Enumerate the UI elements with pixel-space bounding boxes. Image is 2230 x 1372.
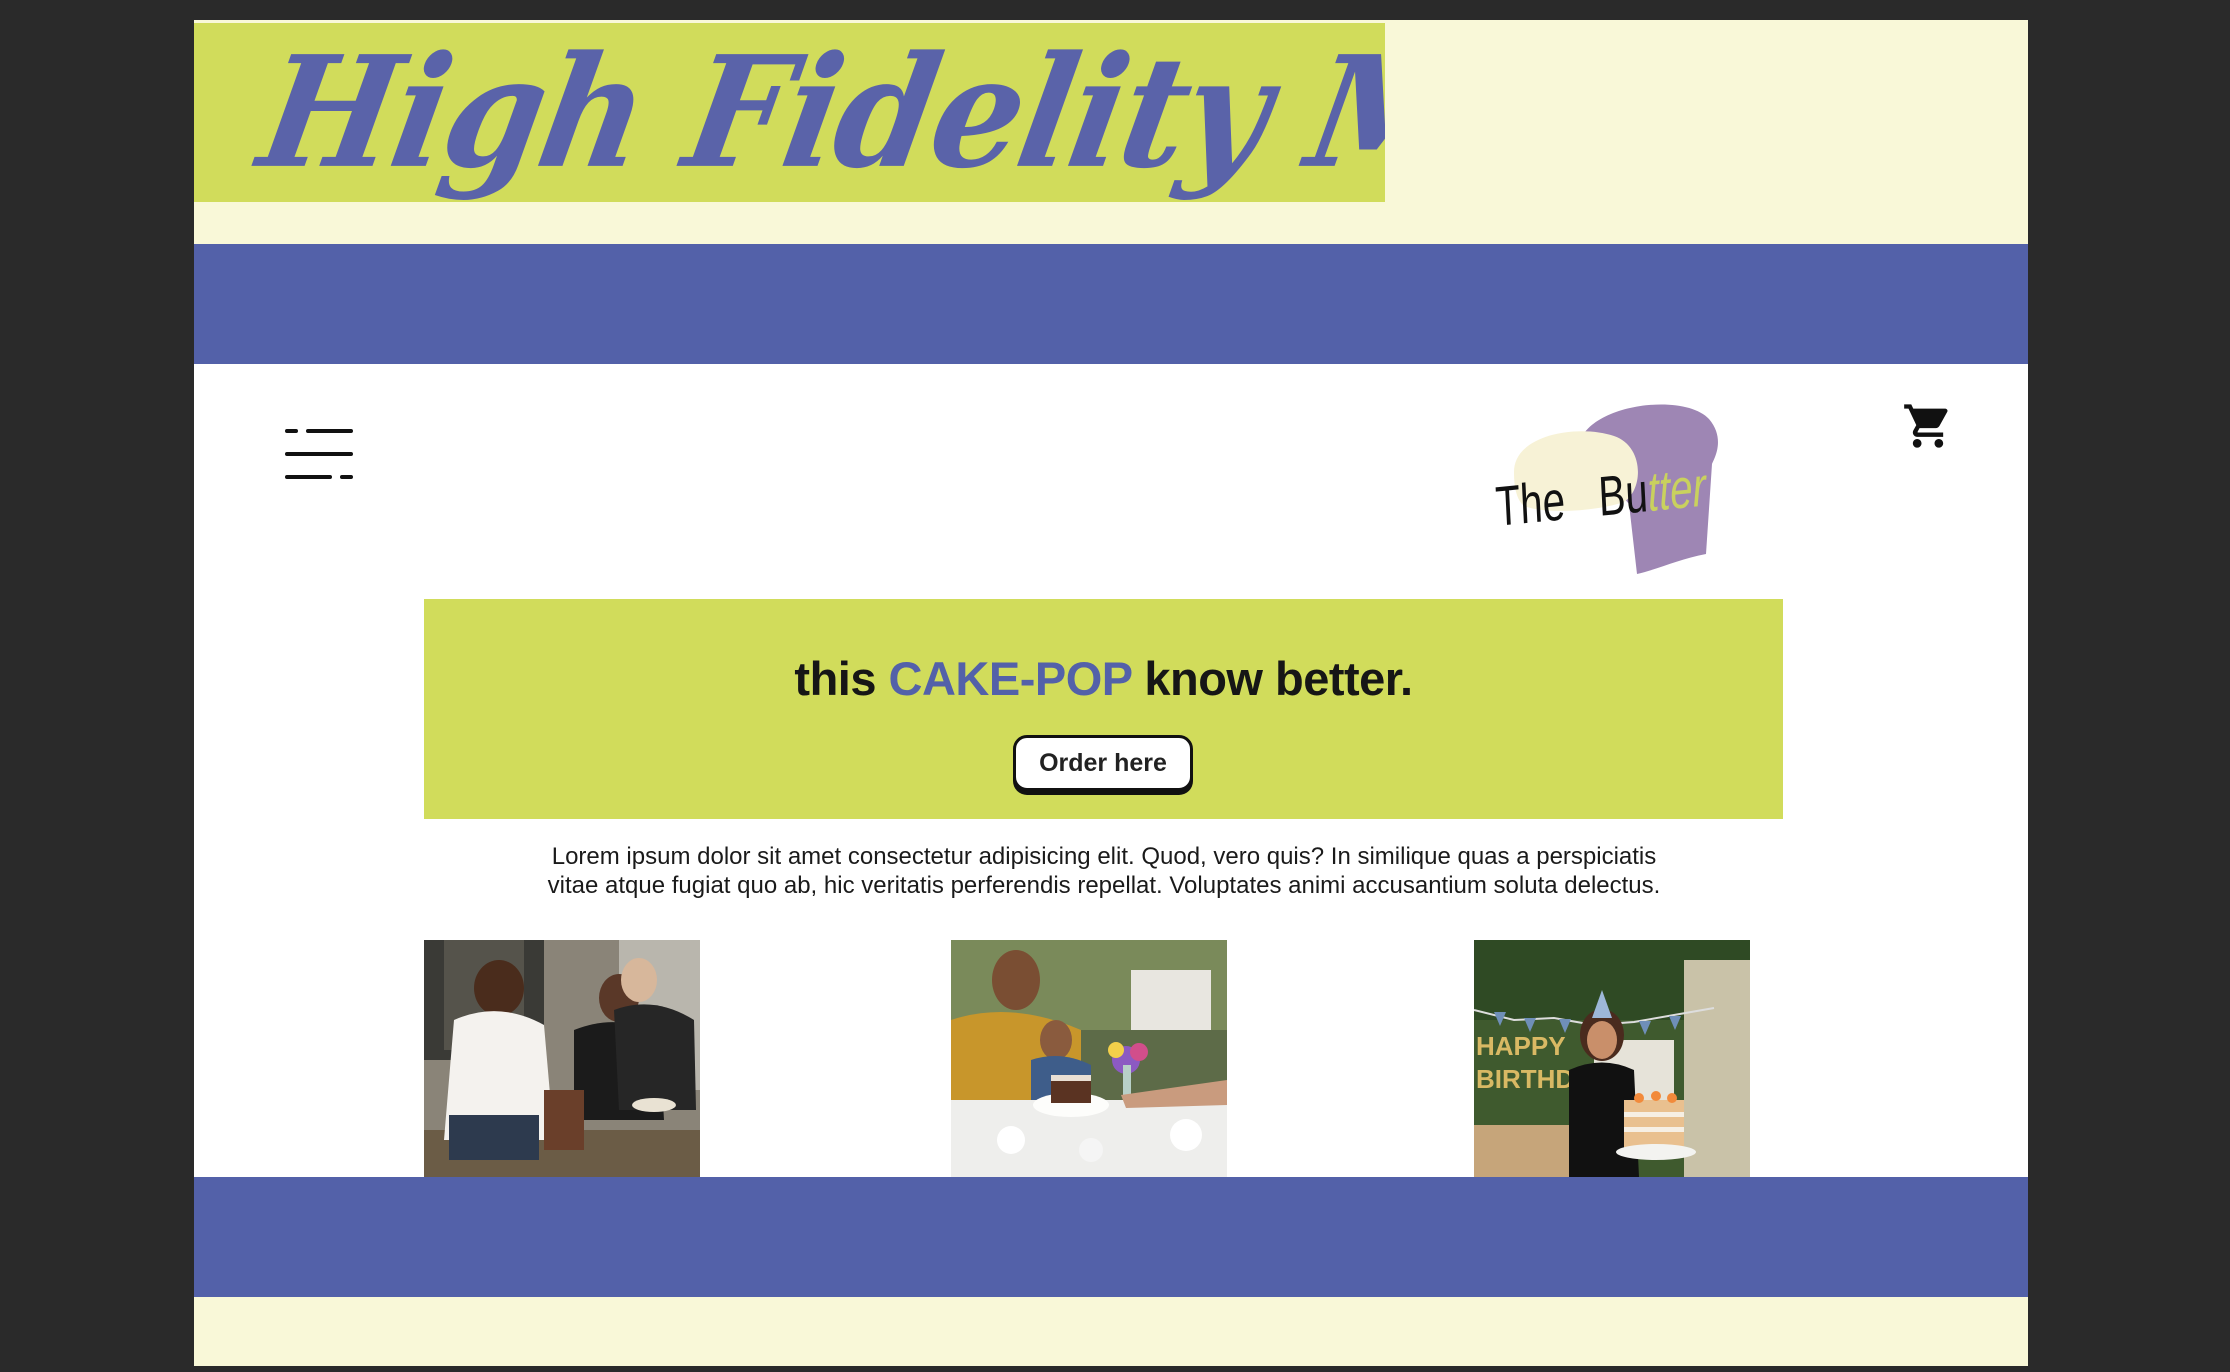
mockup-title-banner: High Fidelity Mock-up (194, 23, 1385, 202)
hero-banner: this CAKE-POP know better. Order here (424, 599, 1783, 819)
brand-logo[interactable]: The Butter (1494, 394, 1744, 584)
friends-laughing-photo (424, 940, 700, 1177)
hero-title-accent: CAKE-POP (888, 652, 1133, 705)
bottom-accent-band (194, 1177, 2028, 1297)
logo-word-the: The (1494, 468, 1567, 538)
order-here-button[interactable]: Order here (1013, 735, 1193, 791)
top-accent-band (194, 244, 2028, 364)
mockup-canvas: High Fidelity Mock-up The Butter this CA… (194, 20, 2028, 1366)
logo-word-tter: tter (1646, 454, 1708, 524)
logo-word-bu: Bu (1596, 460, 1650, 528)
cart-icon[interactable] (1902, 400, 1954, 452)
hero-title-pre: this (794, 652, 889, 705)
hero-title-post: know better. (1131, 652, 1413, 705)
birthday-cake-photo: HAPPY BIRTHDAY (1474, 940, 1750, 1177)
intro-paragraph: Lorem ipsum dolor sit amet consectetur a… (547, 843, 1661, 899)
dinner-cake-photo (951, 940, 1227, 1177)
menu-icon[interactable] (284, 426, 354, 482)
website-page: The Butter this CAKE-POP know better. Or… (194, 364, 2028, 1177)
hero-title: this CAKE-POP know better. (424, 651, 1783, 706)
mockup-title: High Fidelity Mock-up (248, 23, 1385, 202)
svg-text:HAPPY: HAPPY (1476, 1031, 1566, 1061)
